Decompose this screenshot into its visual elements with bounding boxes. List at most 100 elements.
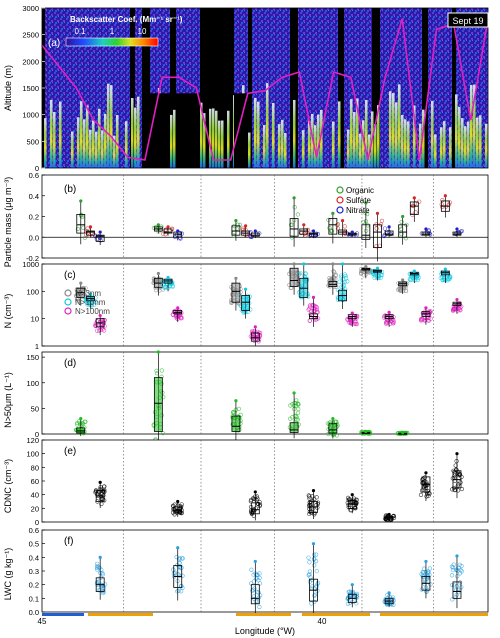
max-marker <box>424 306 428 310</box>
lidar-column <box>278 124 281 168</box>
x-tick-40: 40 <box>318 617 327 626</box>
max-marker <box>455 297 459 302</box>
y-tick-label: 3000 <box>22 4 39 13</box>
box <box>231 282 241 303</box>
y-tick-label: 60 <box>31 477 39 486</box>
max-marker <box>340 219 345 223</box>
panel-e-label: (e) <box>64 446 76 457</box>
max-marker <box>253 325 257 329</box>
y-tick-label: 0.4 <box>29 192 39 201</box>
lidar-column <box>398 84 401 168</box>
lidar-column <box>449 127 452 168</box>
max-marker <box>176 306 180 310</box>
lidar-column <box>272 102 275 168</box>
max-marker <box>302 262 306 266</box>
max-marker <box>350 493 354 497</box>
panel-f-lwc: 0.0 0.1 0.2 0.3 0.4 0.5 0.6 <box>29 526 489 617</box>
x-tick-45: 45 <box>38 617 47 626</box>
ylabel-b: Particle mass (μg m⁻³) <box>3 177 13 267</box>
max-marker <box>79 199 83 203</box>
max-marker <box>387 591 391 595</box>
lidar-column <box>104 113 107 168</box>
x-axis: 45 40 Longitude (°W) <box>38 613 488 636</box>
max-marker <box>412 269 416 273</box>
lidar-column <box>404 119 407 168</box>
max-marker <box>302 223 306 227</box>
colorbar-tick: 0.1 <box>74 27 86 36</box>
box <box>241 295 251 311</box>
lidar-column <box>83 119 86 168</box>
no-data-gap <box>176 93 200 168</box>
y-tick-label: 10 <box>31 315 39 324</box>
max-marker <box>364 429 368 434</box>
max-marker <box>375 266 380 270</box>
legend-nitrate: Nitrate <box>346 206 370 215</box>
lidar-column <box>263 125 266 168</box>
lidar-column <box>71 131 74 168</box>
box <box>153 377 163 432</box>
y-tick-label: 80 <box>31 463 39 472</box>
max-marker <box>88 225 93 229</box>
y-tick-label: 100 <box>26 287 39 296</box>
lidar-column <box>302 130 305 168</box>
lidar-column <box>332 121 335 168</box>
panel-b-particle-mass: -0.20.00.20.40.6 <box>26 171 489 263</box>
lidar-column <box>137 96 140 168</box>
max-marker <box>234 276 238 280</box>
panel-a-backscatter: 050010001500200025003000 <box>22 4 489 173</box>
lidar-column <box>401 115 404 168</box>
lidar-column <box>218 120 221 168</box>
max-marker <box>350 311 354 315</box>
max-marker <box>331 262 335 266</box>
max-marker <box>375 211 380 215</box>
max-marker <box>350 583 354 587</box>
max-marker <box>79 281 83 285</box>
panel-c-label: (c) <box>64 270 76 281</box>
lidar-column <box>455 94 458 168</box>
lidar-column <box>470 84 473 168</box>
y-tick-label: 0.0 <box>29 233 39 242</box>
max-marker <box>234 219 238 223</box>
legend-organic: Organic <box>346 186 374 195</box>
lidar-column <box>485 123 488 168</box>
max-marker <box>234 399 238 403</box>
max-marker <box>340 262 345 266</box>
lidar-column <box>257 101 260 168</box>
leg-bar-orange <box>88 613 153 616</box>
y-tick-label: 20 <box>31 504 39 513</box>
lidar-column <box>353 112 356 168</box>
max-marker <box>156 271 160 276</box>
lidar-column <box>281 119 284 168</box>
lidar-column <box>284 132 287 168</box>
lidar-column <box>464 126 467 168</box>
max-marker <box>387 225 391 229</box>
max-marker <box>401 278 405 282</box>
x-axis-label: Longitude (°W) <box>235 626 295 636</box>
legend-b: Organic Sulfate Nitrate <box>336 186 374 215</box>
max-marker <box>244 287 248 291</box>
y-tick-label: 50 <box>31 404 39 413</box>
max-marker <box>455 227 459 231</box>
lidar-column <box>479 115 482 168</box>
colorbar-tick: 10 <box>138 27 147 36</box>
lidar-column <box>221 120 224 168</box>
lidar-column <box>458 106 461 168</box>
ylabel-a: Altitude (m) <box>3 65 13 111</box>
y-tick-label: 0.0 <box>29 608 39 617</box>
lidar-column <box>125 121 128 168</box>
colorbar-title: Backscatter Coef. (Mm⁻¹ sr⁻¹) <box>70 15 183 24</box>
lidar-column <box>392 93 395 168</box>
y-tick-label: 0.1 <box>29 594 39 603</box>
max-marker <box>311 229 316 233</box>
y-tick-label: 1000 <box>22 111 39 120</box>
lidar-column <box>44 118 47 168</box>
lidar-column <box>350 99 353 168</box>
max-marker <box>156 350 160 354</box>
lidar-column <box>80 101 83 168</box>
y-tick-label: 100 <box>26 450 39 459</box>
y-tick-label: 0.5 <box>29 540 39 549</box>
legend-sulfate: Sulfate <box>346 196 371 205</box>
lidar-column <box>59 101 62 168</box>
panel-e-cdnc: 020406080100120 <box>26 436 489 527</box>
figure: 050010001500200025003000 (a) Backscatter… <box>3 4 489 636</box>
